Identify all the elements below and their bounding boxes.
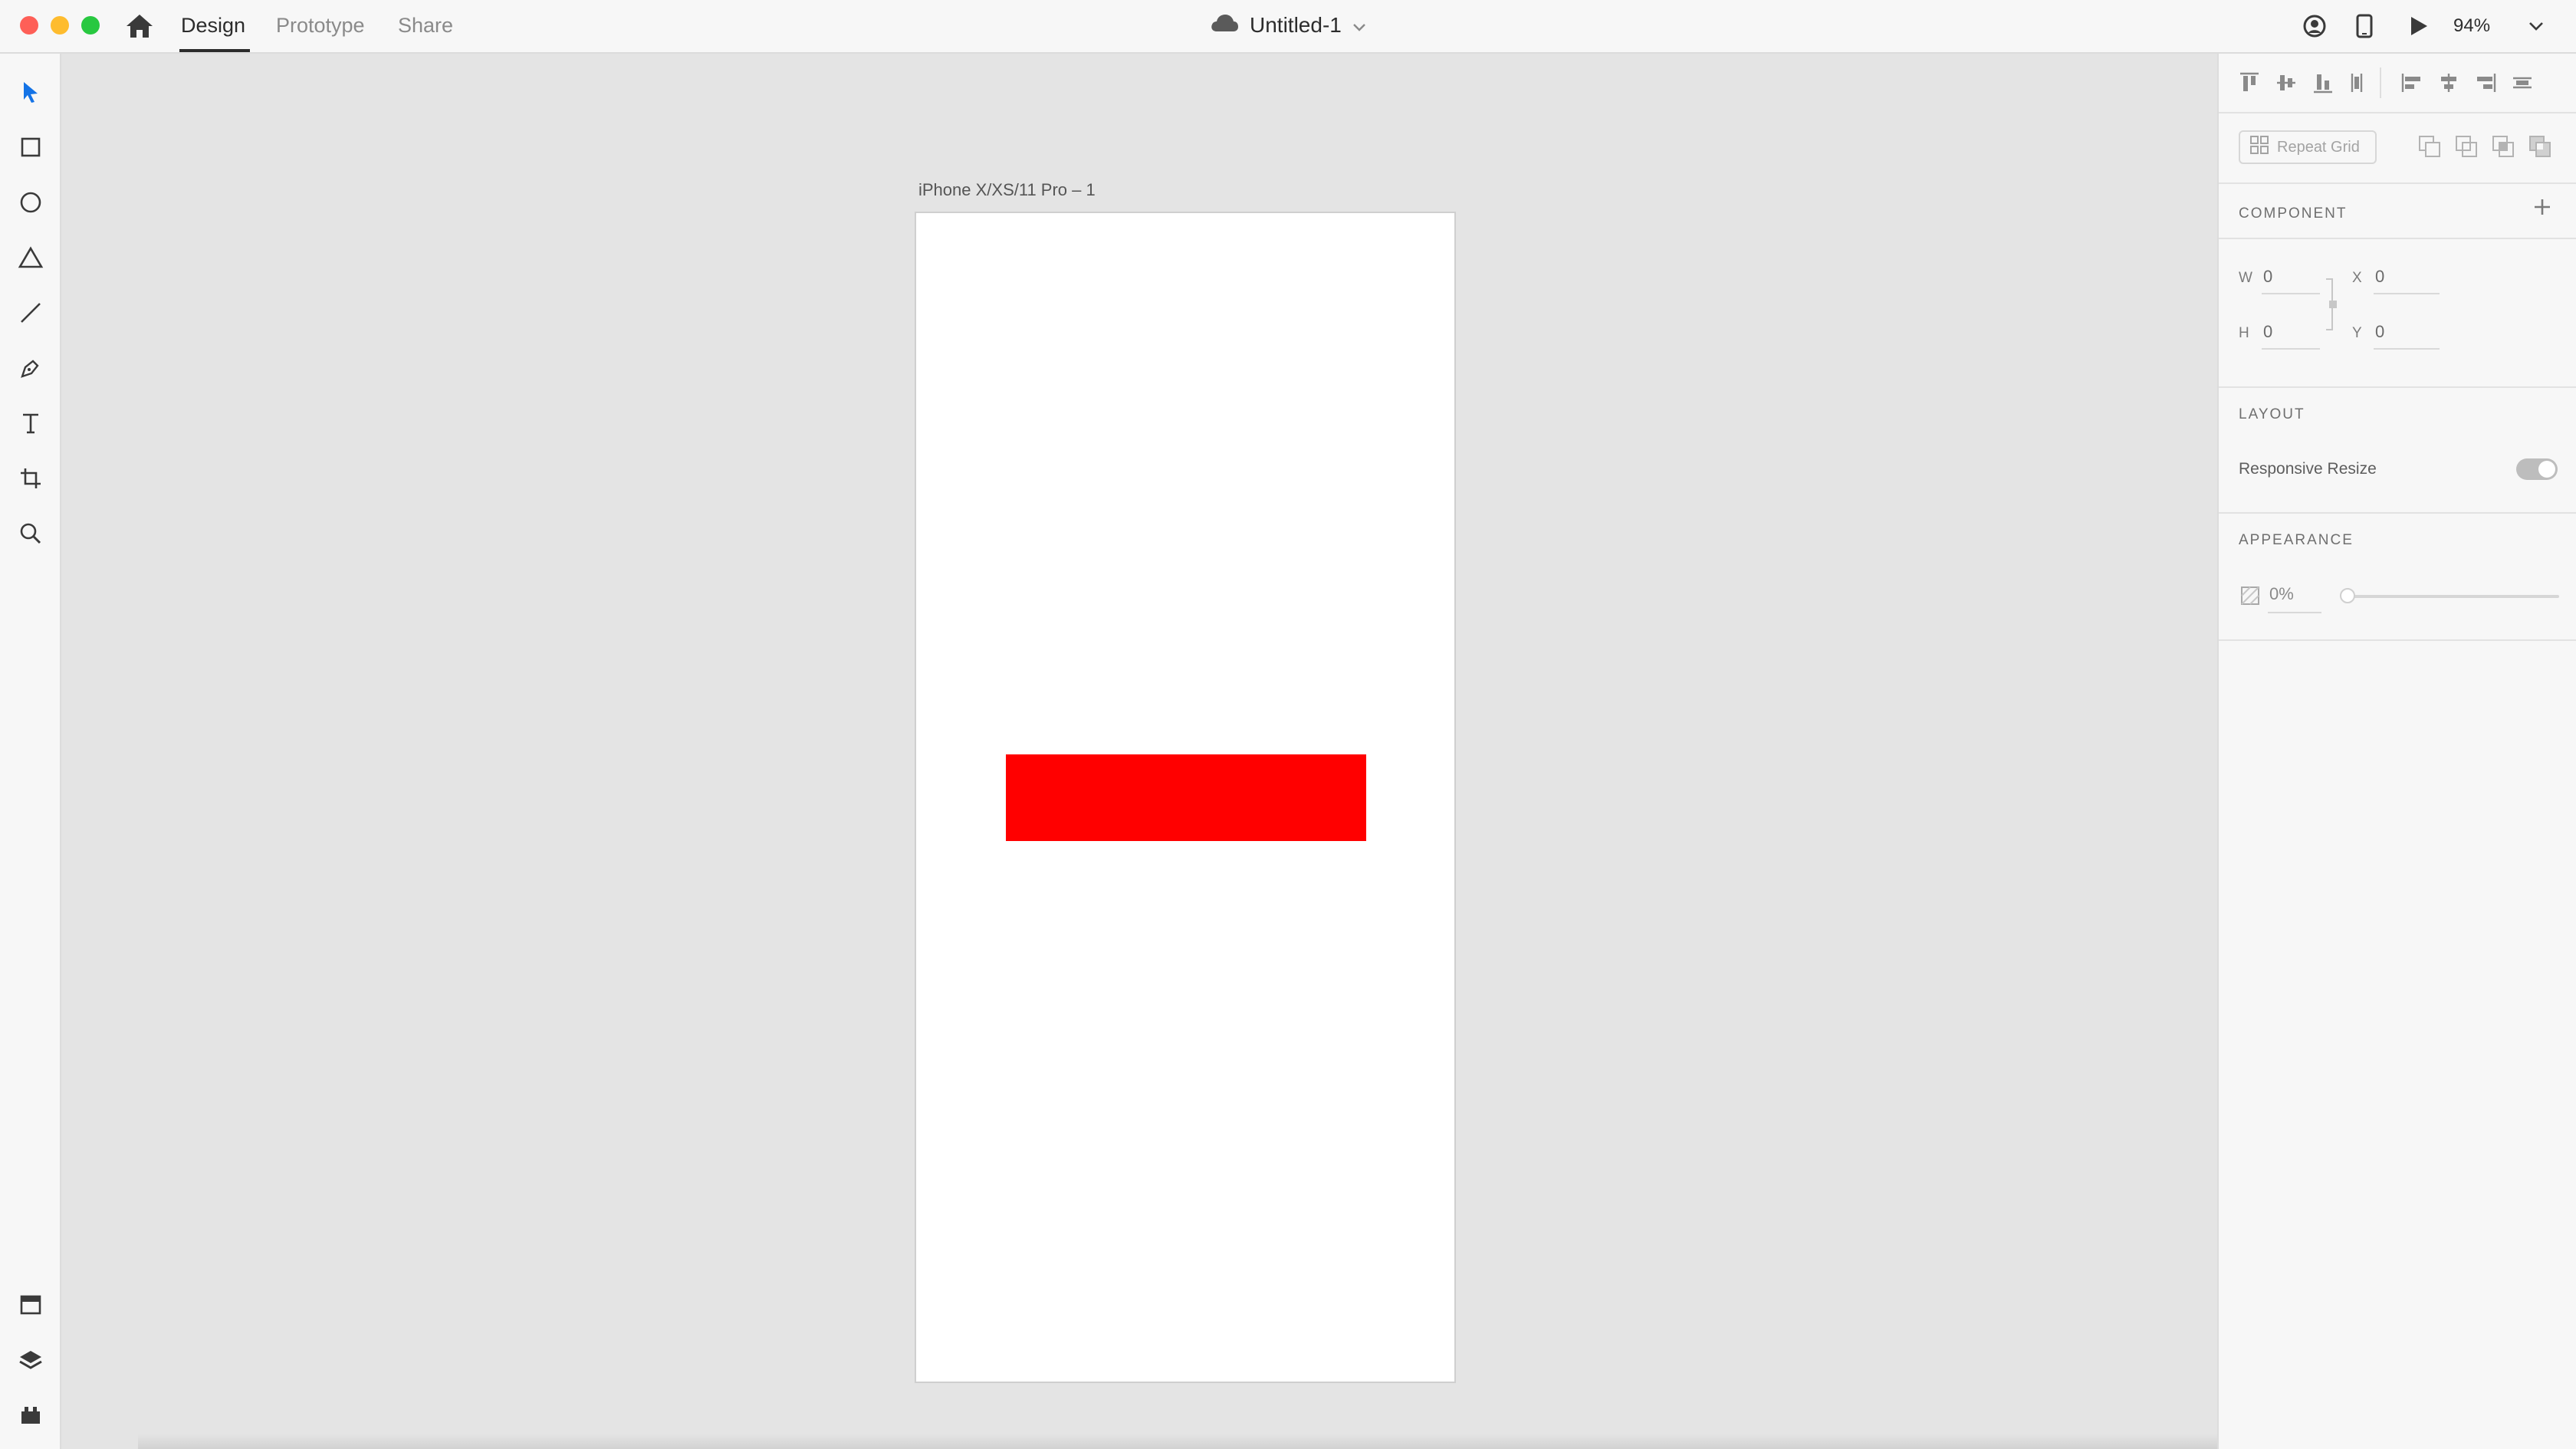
window-minimize-button[interactable] bbox=[51, 16, 69, 34]
height-field[interactable]: 0 bbox=[2263, 322, 2272, 342]
chevron-down-icon bbox=[1352, 13, 1366, 38]
cloud-icon bbox=[1210, 13, 1239, 38]
device-preview-icon[interactable] bbox=[2349, 11, 2380, 41]
x-label: X bbox=[2352, 270, 2362, 286]
opacity-slider-track[interactable] bbox=[2348, 595, 2559, 598]
artboard-tool-icon[interactable] bbox=[14, 462, 48, 495]
panel-divider bbox=[2219, 386, 2576, 388]
align-bottom-icon[interactable] bbox=[2309, 69, 2337, 97]
assets-panel-icon[interactable] bbox=[14, 1288, 48, 1322]
lock-aspect-icon[interactable] bbox=[2325, 278, 2337, 331]
align-left-icon[interactable] bbox=[2398, 69, 2426, 97]
share-user-icon[interactable] bbox=[2299, 11, 2330, 41]
home-icon[interactable] bbox=[124, 12, 155, 40]
opacity-field[interactable]: 0% bbox=[2269, 584, 2294, 604]
width-field-underline bbox=[2262, 293, 2320, 294]
tab-share[interactable]: Share bbox=[398, 12, 453, 39]
x-field-underline bbox=[2374, 293, 2440, 294]
plugins-panel-icon[interactable] bbox=[14, 1398, 48, 1432]
line-tool-icon[interactable] bbox=[14, 296, 48, 330]
y-position-field[interactable]: 0 bbox=[2375, 322, 2384, 342]
select-tool-icon[interactable] bbox=[14, 75, 48, 109]
height-label: H bbox=[2239, 325, 2249, 341]
repeat-grid-button[interactable]: Repeat Grid bbox=[2239, 130, 2377, 164]
repeat-grid-label: Repeat Grid bbox=[2277, 138, 2360, 156]
exclude-overlap-icon[interactable] bbox=[2527, 133, 2553, 159]
width-label: W bbox=[2239, 270, 2252, 286]
left-toolbar bbox=[0, 54, 61, 1449]
tab-design[interactable]: Design bbox=[181, 12, 245, 39]
distribute-horizontal-icon[interactable] bbox=[2509, 69, 2536, 97]
appearance-section-title: APPEARANCE bbox=[2239, 532, 2354, 548]
distribute-vertical-icon[interactable] bbox=[2343, 69, 2371, 97]
align-right-icon[interactable] bbox=[2472, 69, 2499, 97]
artboard-label[interactable]: iPhone X/XS/11 Pro – 1 bbox=[918, 179, 1096, 201]
toolbar-divider bbox=[2380, 67, 2381, 98]
x-position-field[interactable]: 0 bbox=[2375, 267, 2384, 287]
responsive-resize-toggle[interactable] bbox=[2516, 458, 2558, 480]
layers-panel-icon[interactable] bbox=[14, 1343, 48, 1377]
window-zoom-button[interactable] bbox=[81, 16, 100, 34]
app-titlebar: Design Prototype Share Untitled-1 94% bbox=[0, 0, 2576, 54]
add-component-icon[interactable] bbox=[2532, 196, 2553, 218]
window-close-button[interactable] bbox=[20, 16, 38, 34]
width-field[interactable]: 0 bbox=[2263, 267, 2272, 287]
play-preview-icon[interactable] bbox=[2404, 11, 2434, 41]
active-tab-indicator bbox=[179, 49, 250, 52]
align-center-icon[interactable] bbox=[2435, 69, 2463, 97]
tab-prototype[interactable]: Prototype bbox=[276, 12, 365, 39]
rectangle-shape[interactable] bbox=[1006, 754, 1366, 841]
layout-section-title: LAYOUT bbox=[2239, 406, 2305, 422]
panel-divider bbox=[2219, 639, 2576, 641]
pen-tool-icon[interactable] bbox=[14, 351, 48, 385]
y-field-underline bbox=[2374, 348, 2440, 350]
intersect-icon[interactable] bbox=[2490, 133, 2516, 159]
align-middle-icon[interactable] bbox=[2272, 69, 2300, 97]
component-section-title: COMPONENT bbox=[2239, 205, 2348, 222]
add-union-icon[interactable] bbox=[2453, 133, 2479, 159]
opacity-icon bbox=[2240, 586, 2260, 606]
panel-divider bbox=[2219, 182, 2576, 184]
document-title-menu[interactable]: Untitled-1 bbox=[1210, 11, 1366, 40]
zoom-level[interactable]: 94% bbox=[2453, 12, 2490, 40]
repeat-grid-icon bbox=[2249, 135, 2269, 159]
y-label: Y bbox=[2352, 325, 2362, 341]
panel-divider bbox=[2219, 512, 2576, 514]
ellipse-tool-icon[interactable] bbox=[14, 186, 48, 219]
text-tool-icon[interactable] bbox=[14, 406, 48, 440]
property-inspector: Repeat Grid COMPONENT W 0 H 0 X 0 Y 0 LA… bbox=[2217, 54, 2576, 1449]
zoom-tool-icon[interactable] bbox=[14, 517, 48, 550]
opacity-field-underline bbox=[2268, 612, 2321, 613]
panel-divider bbox=[2219, 238, 2576, 239]
opacity-slider-handle[interactable] bbox=[2340, 588, 2355, 603]
align-top-icon[interactable] bbox=[2236, 69, 2263, 97]
rectangle-tool-icon[interactable] bbox=[14, 130, 48, 164]
zoom-chevron-down-icon[interactable] bbox=[2521, 11, 2551, 41]
document-title: Untitled-1 bbox=[1250, 13, 1342, 37]
polygon-tool-icon[interactable] bbox=[14, 241, 48, 274]
height-field-underline bbox=[2262, 348, 2320, 350]
toggle-knob bbox=[2538, 461, 2555, 478]
panel-divider bbox=[2219, 112, 2576, 113]
canvas-bottom-edge bbox=[138, 1434, 2438, 1449]
subtract-icon[interactable] bbox=[2417, 133, 2443, 159]
responsive-resize-label: Responsive Resize bbox=[2239, 460, 2377, 478]
